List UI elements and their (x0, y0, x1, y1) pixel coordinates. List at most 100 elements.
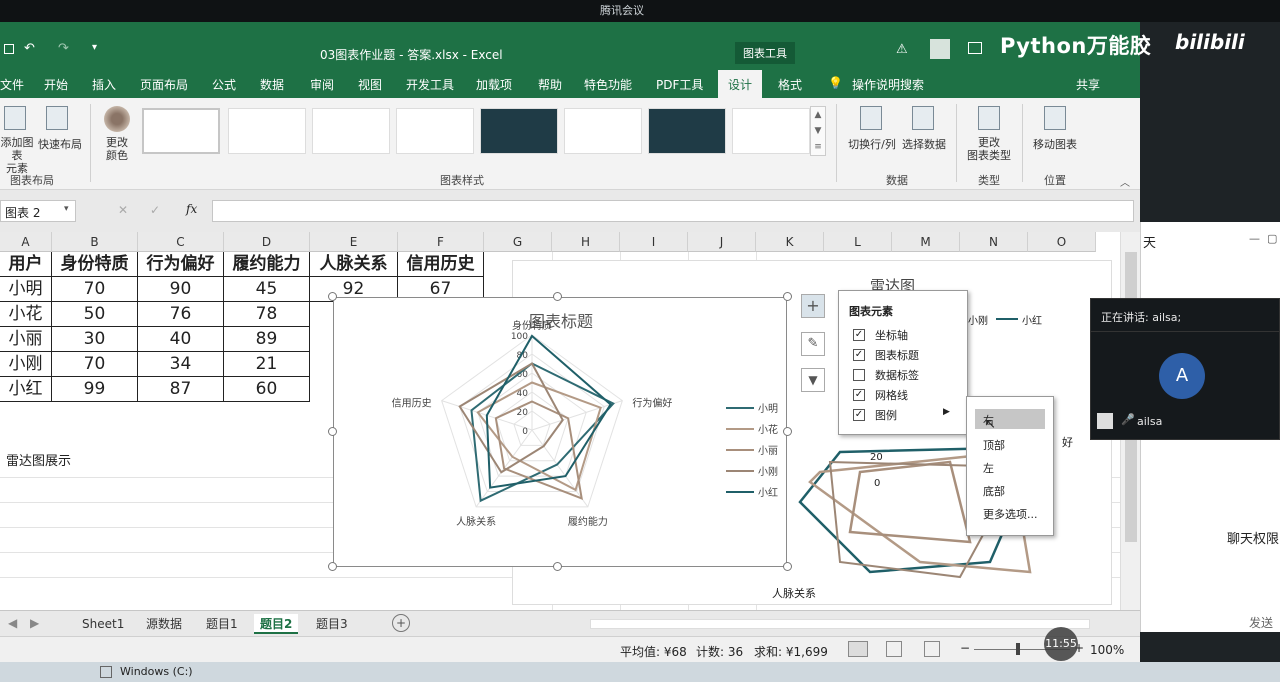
column-header[interactable]: I (620, 232, 688, 252)
add-chart-element-button[interactable]: 添加图表 元素 (0, 136, 34, 175)
chart-title-label[interactable]: 图表标题 (875, 347, 919, 363)
horizontal-scrollbar[interactable] (590, 619, 1090, 629)
chart-style-2[interactable] (228, 108, 306, 154)
tab-page-layout[interactable]: 页面布局 (140, 76, 188, 93)
resize-handle[interactable] (328, 427, 337, 436)
resize-handle[interactable] (553, 292, 562, 301)
name-box-dropdown-icon[interactable]: ▾ (64, 204, 69, 214)
column-header[interactable]: K (756, 232, 824, 252)
submenu-arrow-icon[interactable]: ▶ (943, 407, 950, 417)
table-header-cell[interactable]: 信用历史 (398, 252, 484, 277)
tab-design[interactable]: 设计 (718, 70, 763, 98)
tab-featured[interactable]: 特色功能 (584, 76, 632, 93)
table-header-cell[interactable]: 用户 (0, 252, 52, 277)
table-header-cell[interactable]: 行为偏好 (138, 252, 224, 277)
undo-icon[interactable]: ↶ (24, 41, 35, 56)
select-data-button[interactable]: 选择数据 (898, 136, 950, 152)
tab-developer[interactable]: 开发工具 (406, 76, 454, 93)
caption-cell[interactable]: 雷达图展示 (6, 450, 71, 469)
maximize-icon[interactable]: ▢ (1267, 232, 1277, 245)
column-header[interactable]: O (1028, 232, 1096, 252)
resize-handle[interactable] (783, 292, 792, 301)
table-cell[interactable]: 小红 (0, 377, 52, 402)
ribbon-display-icon[interactable] (968, 42, 982, 54)
table-cell[interactable]: 70 (52, 352, 138, 377)
legend-label[interactable]: 图例 (875, 407, 897, 423)
column-header[interactable]: J (688, 232, 756, 252)
resize-handle[interactable] (553, 562, 562, 571)
table-header-cell[interactable]: 身份特质 (52, 252, 138, 277)
quick-layout-button[interactable]: 快速布局 (34, 136, 86, 152)
chart-style-4[interactable] (396, 108, 474, 154)
column-header[interactable]: E (310, 232, 398, 252)
tab-pdf[interactable]: PDF工具 (656, 76, 703, 93)
table-cell[interactable]: 60 (224, 377, 310, 402)
change-colors-button[interactable]: 更改 颜色 (96, 136, 138, 162)
insert-function-icon[interactable]: fx (186, 202, 197, 216)
minimize-icon[interactable]: — (1249, 232, 1260, 245)
radar-plot-area[interactable]: 身份特质行为偏好履约能力人脉关系信用历史100806040200小明小花小丽小刚… (334, 298, 788, 568)
sheet-tab[interactable]: 源数据 (140, 614, 188, 634)
table-cell[interactable]: 76 (138, 302, 224, 327)
table-header-cell[interactable]: 履约能力 (224, 252, 310, 277)
prev-sheet-icon[interactable]: ◀ (8, 616, 17, 630)
legend-bottom-option[interactable]: 底部 (983, 483, 1005, 499)
column-header[interactable]: A (0, 232, 52, 252)
table-cell[interactable]: 99 (52, 377, 138, 402)
tab-data[interactable]: 数据 (260, 76, 284, 93)
table-cell[interactable]: 89 (224, 327, 310, 352)
tab-view[interactable]: 视图 (358, 76, 382, 93)
normal-view-icon[interactable] (848, 641, 868, 657)
sheet-tab[interactable]: 题目1 (200, 614, 244, 634)
table-cell[interactable]: 小花 (0, 302, 52, 327)
legend-label[interactable]: 小刚 (758, 466, 778, 478)
legend-label[interactable]: 小丽 (758, 445, 778, 457)
page-layout-view-icon[interactable] (886, 641, 902, 657)
drive-label[interactable]: Windows (C:) (120, 665, 193, 678)
next-sheet-icon[interactable]: ▶ (30, 616, 39, 630)
styles-scroll-icon[interactable]: ▲ ▼ ≡ (810, 106, 826, 156)
column-header[interactable]: C (138, 232, 224, 252)
table-cell[interactable]: 21 (224, 352, 310, 377)
resize-handle[interactable] (328, 292, 337, 301)
cancel-icon[interactable]: ✕ (118, 203, 128, 217)
column-header[interactable]: D (224, 232, 310, 252)
gridlines-label[interactable]: 网格线 (875, 387, 908, 403)
chart-styles-brush-icon[interactable]: ✎ (801, 332, 825, 356)
axes-label[interactable]: 坐标轴 (875, 327, 908, 343)
chart-style-8[interactable] (732, 108, 810, 154)
table-cell[interactable]: 小明 (0, 277, 52, 302)
tab-file[interactable]: 文件 (0, 76, 24, 93)
tab-addins[interactable]: 加载项 (476, 76, 512, 93)
gridlines-checkbox[interactable]: ✓ (853, 389, 865, 401)
add-chart-element-icon[interactable] (4, 106, 26, 130)
chart-filters-funnel-icon[interactable]: ▼ (801, 368, 825, 392)
column-header[interactable]: G (484, 232, 552, 252)
sheet-tab[interactable]: Sheet1 (76, 614, 130, 634)
save-icon[interactable] (4, 44, 14, 54)
tab-format[interactable]: 格式 (778, 76, 802, 93)
chart-style-3[interactable] (312, 108, 390, 154)
tab-review[interactable]: 审阅 (310, 76, 334, 93)
formula-input[interactable] (212, 200, 1134, 222)
column-header[interactable]: H (552, 232, 620, 252)
axes-checkbox[interactable]: ✓ (853, 329, 865, 341)
resize-handle[interactable] (783, 427, 792, 436)
tab-home[interactable]: 开始 (44, 76, 68, 93)
send-button[interactable]: 发送 (1249, 614, 1273, 631)
resize-handle[interactable] (328, 562, 337, 571)
sheet-tab[interactable]: 题目3 (310, 614, 354, 634)
redo-icon[interactable]: ↷ (58, 41, 69, 56)
change-colors-icon[interactable] (104, 106, 130, 132)
chart-style-1[interactable] (142, 108, 220, 154)
table-cell[interactable]: 90 (138, 277, 224, 302)
tab-insert[interactable]: 插入 (92, 76, 116, 93)
tell-me-search[interactable]: 操作说明搜索 (852, 76, 924, 93)
switch-row-column-icon[interactable] (860, 106, 882, 130)
add-sheet-icon[interactable]: + (392, 614, 410, 632)
column-header[interactable]: M (892, 232, 960, 252)
move-chart-button[interactable]: 移动图表 (1028, 136, 1082, 152)
column-header[interactable]: N (960, 232, 1028, 252)
legend-checkbox[interactable]: ✓ (853, 409, 865, 421)
legend-label[interactable]: 小明 (758, 403, 778, 415)
